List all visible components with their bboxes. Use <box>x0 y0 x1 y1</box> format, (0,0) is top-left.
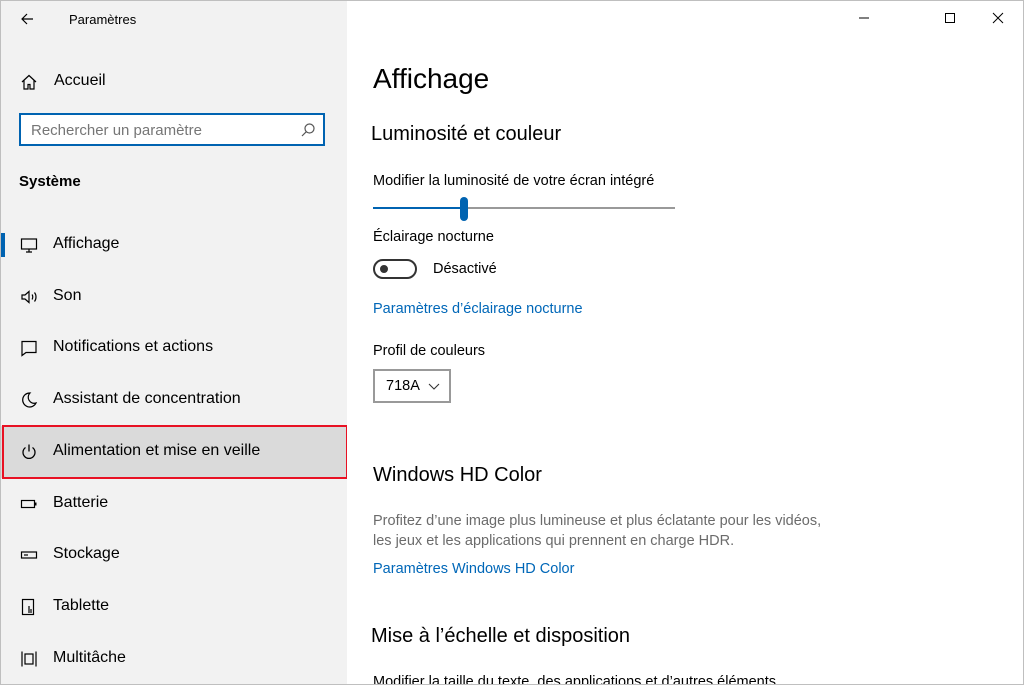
section-heading-scale-layout: Mise à l’échelle et disposition <box>371 625 631 647</box>
page-title: Affichage <box>373 63 490 94</box>
night-light-toggle[interactable] <box>373 259 417 279</box>
sidebar-item-label: Multitâche <box>53 649 126 666</box>
scale-layout-text: Modifier la taille du texte, des applica… <box>373 674 776 685</box>
search-icon[interactable] <box>300 122 316 138</box>
chevron-down-icon <box>428 383 440 390</box>
sidebar-item-label: Alimentation et mise en veille <box>53 442 261 459</box>
section-heading-hd-color: Windows HD Color <box>373 464 542 486</box>
section-title: Système <box>19 173 81 190</box>
sidebar-item-label: Notifications et actions <box>53 338 214 355</box>
sidebar-item-label: Accueil <box>54 72 106 89</box>
night-light-settings-link[interactable]: Paramètres d’éclairage nocturne <box>373 301 583 317</box>
minimize-icon <box>859 17 869 19</box>
minimize-button[interactable] <box>841 1 887 35</box>
settings-window: Paramètres Accueil Système Affichage <box>0 0 1024 685</box>
main-content: Affichage Luminosité et couleur Modifier… <box>347 1 1023 685</box>
moon-icon <box>19 390 39 410</box>
sidebar-item-battery[interactable]: Batterie <box>1 478 347 530</box>
close-icon <box>992 12 1004 24</box>
hd-color-description-line1: Profitez d’une image plus lumineuse et p… <box>373 513 822 529</box>
brightness-slider[interactable] <box>373 197 675 221</box>
hd-color-settings-link[interactable]: Paramètres Windows HD Color <box>373 561 574 577</box>
color-profile-label: Profil de couleurs <box>373 343 486 359</box>
maximize-button[interactable] <box>927 1 973 35</box>
storage-icon <box>19 545 39 565</box>
selection-indicator <box>1 233 5 257</box>
sidebar-item-label: Assistant de concentration <box>53 390 241 407</box>
notification-icon <box>19 338 39 358</box>
dropdown-value: 718A <box>386 378 420 394</box>
window-title: Paramètres <box>69 12 137 27</box>
maximize-icon <box>945 13 955 23</box>
multitask-icon <box>19 649 39 669</box>
back-button[interactable] <box>13 5 41 33</box>
sidebar-item-home[interactable]: Accueil <box>1 63 347 101</box>
slider-thumb[interactable] <box>459 197 468 221</box>
sidebar: Paramètres Accueil Système Affichage <box>1 1 348 684</box>
sidebar-item-tablet[interactable]: Tablette <box>1 581 347 633</box>
sidebar-item-sound[interactable]: Son <box>1 271 347 323</box>
sidebar-item-label: Stockage <box>53 545 120 562</box>
sidebar-item-notifications[interactable]: Notifications et actions <box>1 322 347 374</box>
search-input[interactable] <box>31 121 291 139</box>
monitor-icon <box>19 235 39 255</box>
close-button[interactable] <box>975 1 1021 35</box>
sidebar-item-display[interactable]: Affichage <box>1 219 347 271</box>
slider-fill <box>373 207 464 209</box>
sidebar-item-label: Son <box>53 287 82 304</box>
night-light-state: Désactivé <box>433 261 497 277</box>
home-icon <box>19 72 39 92</box>
search-field[interactable] <box>19 113 325 146</box>
tablet-icon <box>19 597 39 617</box>
sidebar-item-label: Tablette <box>53 597 110 614</box>
power-icon <box>19 442 39 462</box>
color-profile-dropdown[interactable]: 718A <box>373 369 451 403</box>
sidebar-item-multitasking[interactable]: Multitâche <box>1 633 347 684</box>
hd-color-description-line2: les jeux et les applications qui prennen… <box>373 533 735 549</box>
sidebar-item-label: Affichage <box>53 235 120 252</box>
speaker-icon <box>19 287 39 307</box>
battery-icon <box>19 494 39 514</box>
back-arrow-icon <box>21 13 33 25</box>
night-light-label: Éclairage nocturne <box>373 229 494 245</box>
sidebar-item-focus-assist[interactable]: Assistant de concentration <box>1 374 347 426</box>
sidebar-item-storage[interactable]: Stockage <box>1 529 347 581</box>
brightness-label: Modifier la luminosité de votre écran in… <box>373 173 655 189</box>
sidebar-item-power-sleep[interactable]: Alimentation et mise en veille <box>1 426 347 478</box>
section-heading-brightness: Luminosité et couleur <box>371 123 562 145</box>
sidebar-item-label: Batterie <box>53 494 109 511</box>
toggle-knob <box>380 265 388 273</box>
